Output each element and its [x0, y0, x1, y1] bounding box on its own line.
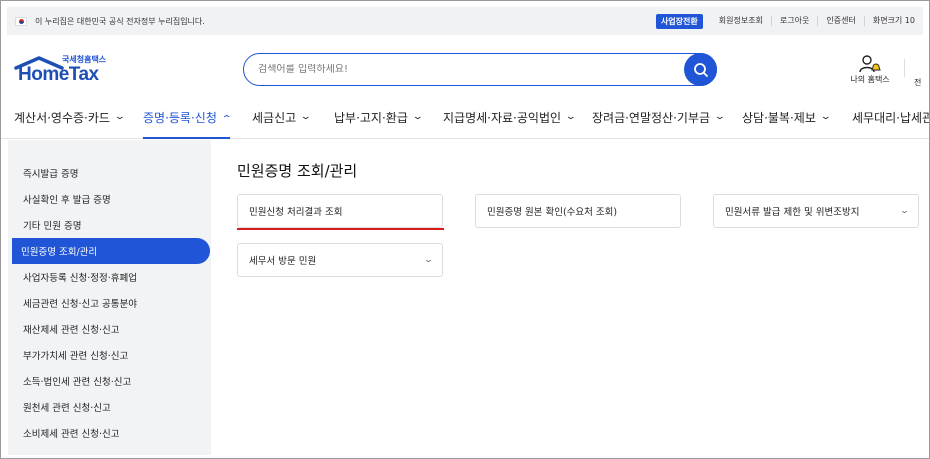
sidebar-item-cert-inquiry[interactable]: 민원증명 조회/관리: [12, 238, 210, 264]
search-icon: [693, 62, 708, 77]
user-bell-icon: [859, 55, 881, 73]
chevron-down-icon: ⌄: [423, 255, 434, 264]
hometax-logo[interactable]: 국세청홈택스 HomeTax: [14, 54, 114, 88]
nav-consult-appeal[interactable]: 상담·불복·제보 ⌄: [742, 97, 832, 137]
sidebar-item-business-registration[interactable]: 사업자등록 신청·정정·휴폐업: [14, 264, 210, 290]
nav-payment-refund[interactable]: 납부·고지·환급 ⌄: [334, 97, 424, 137]
nav-tax-filing[interactable]: 세금신고 ⌄: [252, 97, 312, 137]
switch-business-button[interactable]: 사업장전환: [655, 13, 703, 29]
card-label: 세무서 방문 민원: [249, 256, 317, 267]
nav-invoice-receipt-card[interactable]: 계산서·영수증·카드 ⌄: [14, 97, 126, 137]
card-issuance-restriction[interactable]: 민원서류 발급 제한 및 위변조방지 ⌄: [713, 194, 919, 228]
sidebar-item-income-corporate[interactable]: 소득·법인세 관련 신청·신고: [14, 368, 210, 394]
logo-text: HomeTax: [18, 64, 99, 85]
cert-center-link[interactable]: 인증센터: [817, 16, 863, 26]
nav-label: 세금신고: [252, 110, 297, 125]
utility-links: 사업장전환 회원정보조회 로그아웃 인증센터 화면크기 10: [655, 7, 923, 35]
nav-certificate-registration[interactable]: 증명·등록·신청 ⌄: [143, 97, 233, 139]
card-tax-office-visit[interactable]: 세무서 방문 민원 ⌄: [237, 243, 443, 277]
chevron-down-icon: ⌄: [564, 112, 577, 122]
nav-tax-agent[interactable]: 세무대리·납세관: [852, 97, 930, 137]
sidebar-item-property-tax[interactable]: 재산제세 관련 신청·신고: [14, 316, 210, 342]
card-original-verification[interactable]: 민원증명 원본 확인(수요처 조회): [475, 194, 681, 228]
sidebar-item-consumption-tax[interactable]: 소비제세 관련 신청·신고: [14, 420, 210, 446]
sidebar-item-withholding[interactable]: 원천세 관련 신청·신고: [14, 394, 210, 420]
korea-flag-icon: [15, 16, 27, 26]
search-input[interactable]: [244, 64, 674, 75]
nav-label: 납부·고지·환급: [334, 110, 408, 125]
logout-link[interactable]: 로그아웃: [770, 16, 817, 26]
card-application-result[interactable]: 민원신청 처리결과 조회: [237, 194, 443, 228]
sidebar-item-vat[interactable]: 부가가치세 관련 신청·신고: [14, 342, 210, 368]
chevron-down-icon: ⌄: [819, 112, 832, 122]
nav-incentive-yearend[interactable]: 장려금·연말정산·기부금 ⌄: [592, 97, 726, 137]
nav-label: 세무대리·납세관: [852, 110, 930, 125]
my-hometax-button[interactable]: 나의 홈택스: [841, 54, 899, 85]
sidebar-item-tax-common[interactable]: 세금관련 신청·신고 공통분야: [14, 290, 210, 316]
browser-frame: 이 누리집은 대한민국 공식 전자정부 누리집입니다. 사업장전환 회원정보조회…: [0, 0, 930, 459]
chevron-down-icon: ⌄: [113, 112, 126, 122]
nav-label: 계산서·영수증·카드: [14, 110, 110, 125]
card-label: 민원신청 처리결과 조회: [249, 207, 343, 218]
sidebar-item-fact-check-cert[interactable]: 사실확인 후 발급 증명: [14, 186, 210, 212]
chevron-down-icon: ⌄: [899, 206, 910, 215]
nav-label: 장려금·연말정산·기부금: [592, 110, 711, 125]
sidebar-item-instant-cert[interactable]: 즉시발급 증명: [14, 160, 210, 186]
chevron-up-icon: ⌄: [220, 112, 233, 122]
header-divider: [904, 59, 905, 77]
page-title: 민원증명 조회/관리: [237, 162, 358, 180]
nav-payment-statement[interactable]: 지급명세·자료·공익법인 ⌄: [443, 97, 577, 137]
gov-banner: 이 누리집은 대한민국 공식 전자정부 누리집입니다. 사업장전환 회원정보조회…: [7, 7, 923, 35]
main-nav: 계산서·영수증·카드 ⌄ 증명·등록·신청 ⌄ 세금신고 ⌄ 납부·고지·환급 ⌄ 지급…: [1, 97, 930, 139]
header-edge-text: 전: [914, 78, 922, 87]
card-label: 민원서류 발급 제한 및 위변조방지: [725, 207, 860, 218]
card-label: 민원증명 원본 확인(수요처 조회): [487, 207, 618, 218]
nav-label: 상담·불복·제보: [742, 110, 816, 125]
gov-banner-text: 이 누리집은 대한민국 공식 전자정부 누리집입니다.: [35, 16, 205, 26]
chevron-down-icon: ⌄: [411, 112, 424, 122]
member-info-link[interactable]: 회원정보조회: [711, 16, 771, 26]
sidebar: 즉시발급 증명 사실확인 후 발급 증명 기타 민원 증명 민원증명 조회/관리…: [8, 140, 211, 455]
nav-label: 지급명세·자료·공익법인: [443, 110, 562, 125]
search-button[interactable]: [684, 53, 717, 86]
chevron-down-icon: ⌄: [299, 112, 312, 122]
chevron-down-icon: ⌄: [713, 112, 726, 122]
my-hometax-label: 나의 홈택스: [850, 75, 890, 84]
screen-size-link[interactable]: 화면크기 10: [863, 16, 923, 26]
nav-label: 증명·등록·신청: [143, 110, 217, 125]
sidebar-item-other-cert[interactable]: 기타 민원 증명: [14, 212, 210, 238]
focus-underline: [237, 228, 444, 230]
search-box: [243, 53, 717, 86]
